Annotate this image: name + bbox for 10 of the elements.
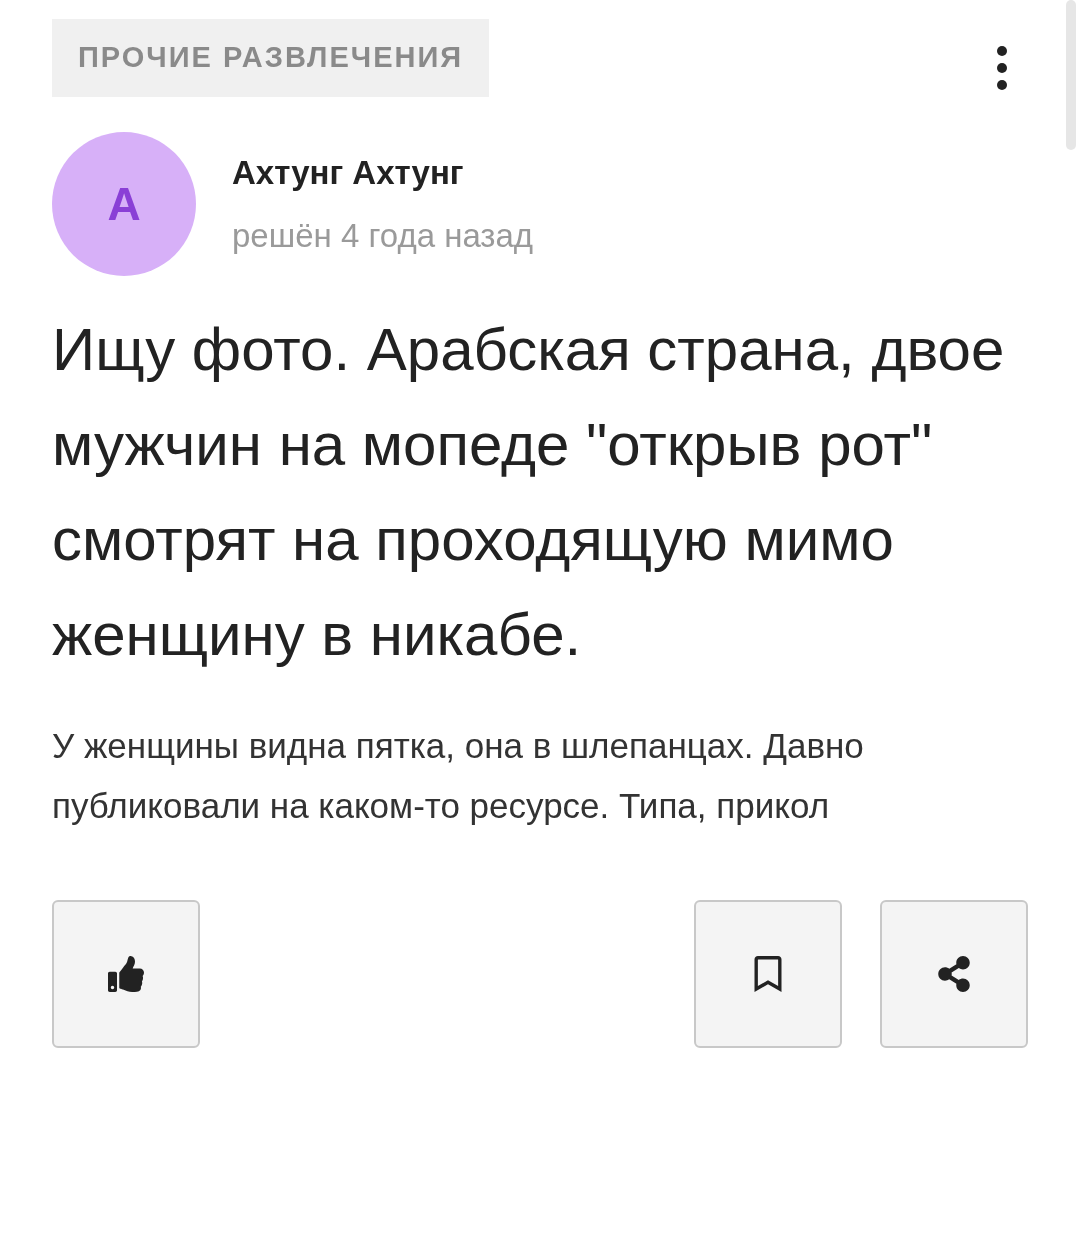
share-icon: [936, 956, 972, 992]
like-button[interactable]: [52, 900, 200, 1048]
solved-time: решён 4 года назад: [232, 216, 534, 256]
share-button[interactable]: [880, 900, 1028, 1048]
avatar-initial: А: [107, 176, 141, 232]
more-options-icon[interactable]: [996, 45, 1008, 91]
question-body: У женщины видна пятка, она в шлепанцах. Давно публиковали на каком-то ресурсе. Типа, прикол: [52, 725, 865, 827]
author-name[interactable]: Ахтунг Ахтунг: [232, 147, 534, 197]
thumbs-up-icon: [108, 956, 144, 992]
question-title: Ищу фото. Арабская страна, двое мужчин на мопеде "открыв рот" смотрят на проходящую мимо женщину в никабе.: [52, 315, 1006, 670]
